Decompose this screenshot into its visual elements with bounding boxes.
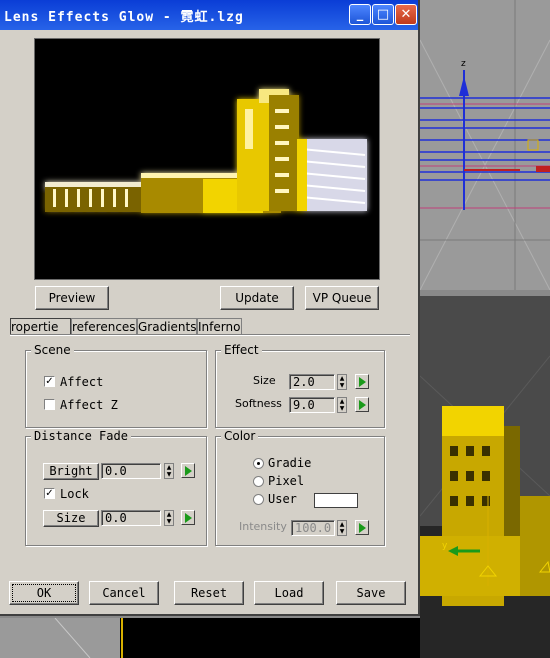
bright-input[interactable]: 0.0: [101, 463, 161, 479]
spinner-arrows-icon: ▲ ▼: [339, 521, 345, 535]
ok-button[interactable]: OK: [9, 581, 79, 605]
cancel-button[interactable]: Cancel: [89, 581, 159, 605]
pixel-radio[interactable]: [253, 476, 264, 487]
bright-spinner[interactable]: ▲ ▼: [164, 463, 174, 479]
effect-size-spinner[interactable]: ▲ ▼: [337, 374, 347, 390]
fade-size-button-label: Size: [56, 511, 86, 525]
affect-z-checkbox[interactable]: [44, 399, 55, 410]
top-viewport-canvas: z: [420, 0, 550, 290]
save-button-label: Save: [356, 586, 386, 600]
bottom-viewport[interactable]: [0, 618, 420, 658]
effect-size-map-button[interactable]: [355, 374, 369, 389]
intensity-label: Intensity: [239, 520, 287, 533]
softness-input[interactable]: 9.0: [289, 397, 335, 413]
tab-inferno-label: Inferno: [198, 320, 241, 334]
update-button[interactable]: Update: [220, 286, 294, 310]
maximize-icon: □: [376, 7, 390, 22]
effect-size-label: Size: [253, 374, 276, 387]
fade-size-spinner[interactable]: ▲ ▼: [164, 510, 174, 526]
tab-properties-label: ropertie: [11, 320, 59, 334]
user-label: User: [268, 492, 297, 506]
load-button-label: Load: [274, 586, 304, 600]
minimize-button[interactable]: _: [349, 4, 371, 25]
preview-button-label: Preview: [48, 291, 96, 305]
load-button[interactable]: Load: [254, 581, 324, 605]
y-axis-label: y: [442, 541, 448, 551]
affect-label: Affect: [60, 375, 104, 389]
affect-z-label: Affect Z: [60, 398, 118, 412]
tab-divider: [10, 334, 410, 336]
window-title: Lens Effects Glow - 霓虹.lzg: [4, 10, 244, 25]
minimize-icon: _: [356, 7, 364, 22]
effect-group-title: Effect: [221, 343, 262, 357]
intensity-input[interactable]: 100.0: [291, 520, 335, 536]
save-button[interactable]: Save: [336, 581, 406, 605]
fade-size-input[interactable]: 0.0: [101, 510, 161, 526]
scene-group-title: Scene: [31, 343, 74, 357]
bright-map-button[interactable]: [181, 463, 195, 478]
spinner-arrows-icon: ▲ ▼: [166, 464, 172, 478]
perspective-viewport-canvas: y: [420, 296, 550, 658]
bottom-viewport-canvas: [0, 618, 420, 658]
update-button-label: Update: [235, 291, 279, 305]
preview-render: [34, 38, 380, 280]
lock-label: Lock: [60, 487, 89, 501]
maximize-button[interactable]: □: [372, 4, 394, 25]
spinner-arrows-icon: ▲ ▼: [166, 511, 172, 525]
scene-group: [25, 350, 207, 428]
fade-size-button[interactable]: Size: [43, 510, 99, 527]
reset-button-label: Reset: [190, 586, 228, 600]
bright-button-label: Bright: [49, 464, 93, 478]
gradient-label: Gradie: [268, 456, 312, 470]
vp-queue-button-label: VP Queue: [312, 291, 372, 305]
close-icon: ✕: [400, 7, 412, 22]
intensity-spinner[interactable]: ▲ ▼: [337, 520, 347, 536]
close-button[interactable]: ✕: [395, 4, 417, 25]
softness-map-button[interactable]: [355, 397, 369, 412]
intensity-map-button[interactable]: [355, 520, 369, 535]
affect-check-icon: ✓: [45, 376, 54, 387]
reset-button[interactable]: Reset: [174, 581, 244, 605]
softness-spinner[interactable]: ▲ ▼: [337, 397, 347, 413]
affect-checkbox[interactable]: ✓: [44, 376, 55, 387]
top-viewport[interactable]: z: [420, 0, 550, 290]
vp-queue-button[interactable]: VP Queue: [305, 286, 379, 310]
pixel-label: Pixel: [268, 474, 305, 488]
perspective-viewport[interactable]: y: [420, 296, 550, 658]
user-radio[interactable]: [253, 494, 264, 505]
spinner-arrows-icon: ▲ ▼: [339, 398, 345, 412]
effect-size-input[interactable]: 2.0: [289, 374, 335, 390]
glow-render-image: [45, 89, 367, 213]
tab-preferences-label: references: [72, 320, 136, 334]
softness-label: Softness: [235, 397, 282, 410]
color-group-title: Color: [221, 429, 259, 443]
ok-button-label: OK: [36, 586, 52, 600]
z-axis-label: z: [461, 59, 466, 69]
title-bar[interactable]: Lens Effects Glow - 霓虹.lzg _ □ ✕: [0, 0, 418, 30]
bright-button[interactable]: Bright: [43, 463, 99, 480]
fade-size-map-button[interactable]: [181, 510, 195, 525]
lens-effects-glow-dialog: Lens Effects Glow - 霓虹.lzg _ □ ✕ Preview…: [0, 0, 420, 616]
spinner-arrows-icon: ▲ ▼: [339, 375, 345, 389]
distance-fade-group-title: Distance Fade: [31, 429, 131, 443]
user-color-swatch[interactable]: [314, 493, 358, 508]
cancel-button-label: Cancel: [102, 586, 146, 600]
gradient-radio[interactable]: [253, 458, 264, 469]
lock-check-icon: ✓: [45, 488, 54, 499]
preview-button[interactable]: Preview: [35, 286, 109, 310]
lock-checkbox[interactable]: ✓: [44, 488, 55, 499]
tab-gradients-label: Gradients: [138, 320, 197, 334]
